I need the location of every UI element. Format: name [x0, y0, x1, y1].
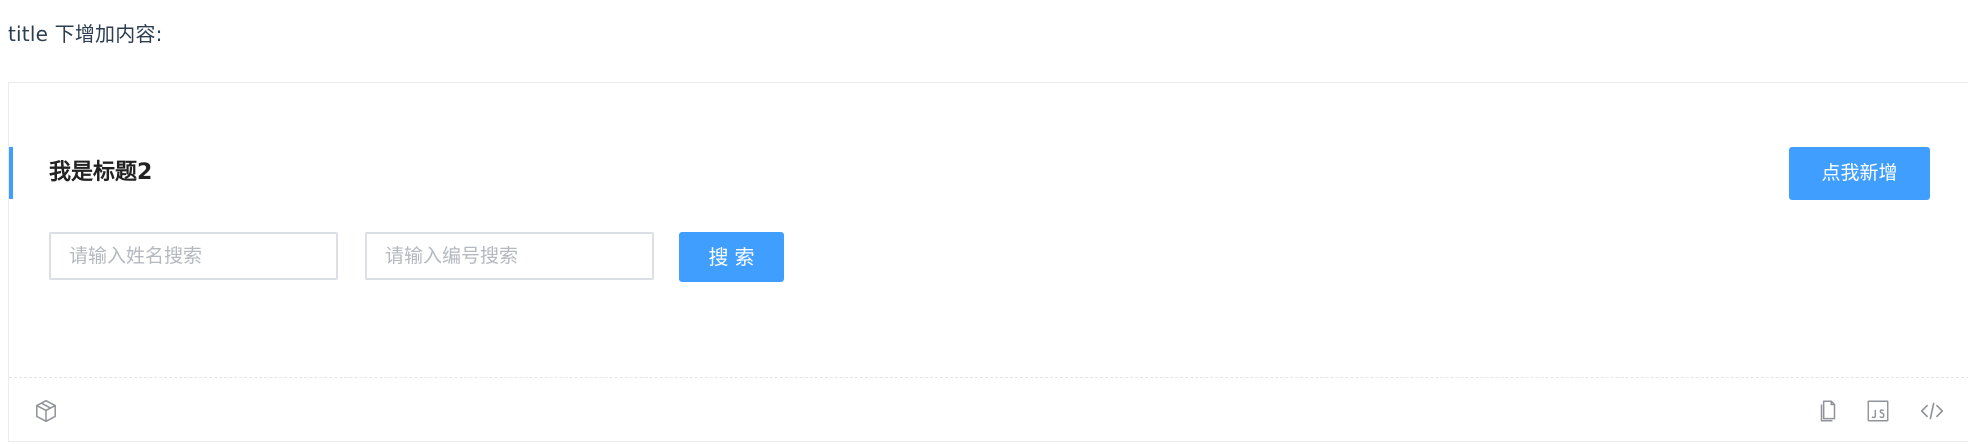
title-header: 我是标题2 — [9, 147, 1968, 199]
page-title: 我是标题2 — [49, 160, 153, 185]
code-icon[interactable] — [1919, 398, 1945, 424]
js-icon[interactable] — [1865, 398, 1891, 424]
code-search-input[interactable] — [365, 232, 654, 280]
name-search-input[interactable] — [49, 232, 338, 280]
title-accent-bar — [9, 147, 13, 199]
search-button[interactable]: 搜索 — [679, 232, 784, 282]
cube-icon[interactable] — [33, 398, 59, 424]
demo-footer — [9, 377, 1968, 441]
section-intro-text: title 下增加内容: — [8, 22, 163, 46]
add-new-button[interactable]: 点我新增 — [1789, 147, 1930, 200]
copy-icon[interactable] — [1815, 398, 1841, 424]
demo-container: 我是标题2 点我新增 搜索 — [8, 82, 1968, 442]
